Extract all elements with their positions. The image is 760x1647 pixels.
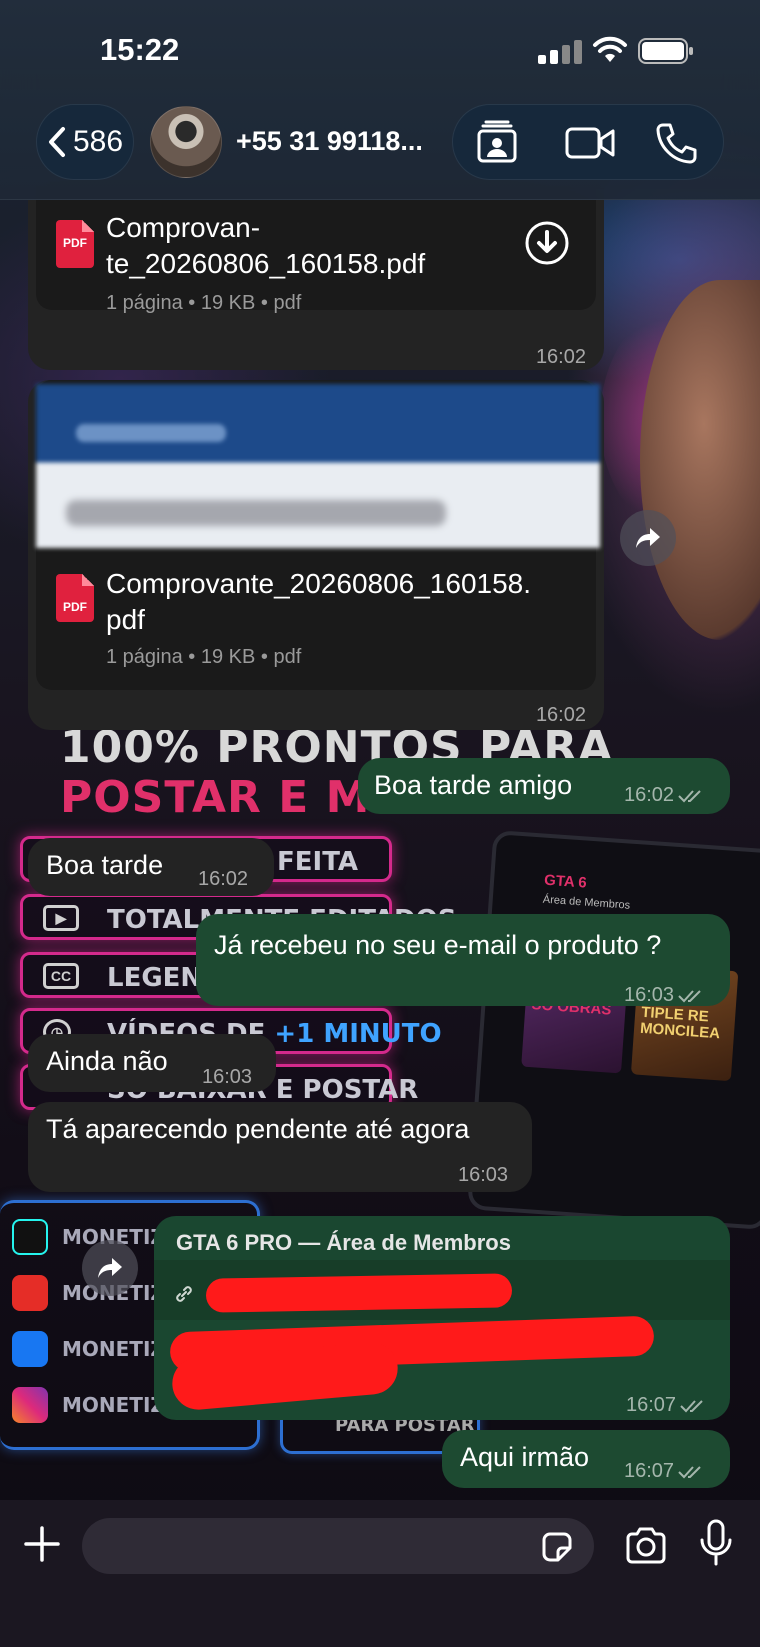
message-time: 16:02 <box>624 778 708 812</box>
incoming-message[interactable]: Ainda não 16:03 <box>28 1034 276 1092</box>
download-icon[interactable] <box>524 220 570 266</box>
redaction-mark <box>205 1273 513 1313</box>
forward-button[interactable] <box>82 1240 138 1296</box>
avatar[interactable] <box>150 106 222 178</box>
composer-bar <box>0 1500 760 1647</box>
message-time: 16:07 <box>624 1454 708 1488</box>
call-actions <box>452 104 724 180</box>
phone-icon[interactable] <box>653 119 701 167</box>
unread-count: 586 <box>72 125 124 158</box>
contact-name[interactable]: +55 31 99118... <box>236 126 423 157</box>
link-preview-title: GTA 6 PRO — Área de Membros <box>176 1230 511 1255</box>
message-text: Já recebeu no seu e-mail o produto ? <box>214 930 662 960</box>
double-check-icon <box>678 790 701 803</box>
facebook-icon <box>12 1331 48 1367</box>
status-time: 15:22 <box>100 32 180 67</box>
signal-icon <box>538 40 582 64</box>
battery-icon <box>638 38 693 64</box>
double-check-icon <box>680 1400 703 1413</box>
document-preview-image[interactable] <box>36 384 600 548</box>
document-meta: 1 página • 19 KB • pdf <box>106 646 302 668</box>
plus-icon[interactable] <box>22 1524 62 1564</box>
chat-header: 15:22 586 +55 31 99118... <box>0 0 760 200</box>
document-meta: 1 página • 19 KB • pdf <box>106 292 302 314</box>
chevron-left-icon <box>48 127 65 157</box>
pdf-icon: PDF <box>56 574 94 622</box>
forward-button[interactable] <box>620 510 676 566</box>
message-time: 16:07 <box>626 1388 710 1422</box>
message-time: 16:03 <box>624 978 708 1012</box>
link-icon <box>176 1286 192 1302</box>
instagram-icon <box>12 1387 48 1423</box>
document-card[interactable]: PDF Comprovan- te_20260806_160158.pdf 1 … <box>36 186 596 314</box>
message-time: 16:03 <box>202 1066 253 1088</box>
message-text: Aqui irmão <box>460 1442 590 1472</box>
document-name: Comprovante_20260806_160158. pdf <box>106 568 532 635</box>
video-icon[interactable] <box>563 119 617 167</box>
message-text: Ainda não <box>46 1046 168 1076</box>
message-input[interactable] <box>82 1518 594 1574</box>
message-text: Tá aparecendo pendente até agora <box>46 1114 470 1144</box>
message-text: Boa tarde amigo <box>374 770 573 800</box>
tiktok-icon <box>12 1219 48 1255</box>
outgoing-message[interactable]: Já recebeu no seu e-mail o produto ? 16:… <box>196 914 730 1006</box>
contact-card-icon[interactable] <box>473 119 521 167</box>
incoming-document-message[interactable]: PDF Comprovan- te_20260806_160158.pdf 1 … <box>28 180 604 370</box>
forward-icon <box>98 1258 122 1278</box>
incoming-message[interactable]: Boa tarde 16:02 <box>28 838 274 896</box>
wifi-icon <box>593 36 627 62</box>
incoming-message[interactable]: Tá aparecendo pendente até agora 16:03 <box>28 1102 532 1192</box>
wallpaper-headline-2: POSTAR E MO <box>60 772 409 823</box>
double-check-icon <box>678 1466 701 1479</box>
forward-icon <box>636 528 660 548</box>
status-bar: 15:22 <box>0 0 760 100</box>
outgoing-message[interactable]: Boa tarde amigo 16:02 <box>358 758 730 814</box>
message-time: 16:02 <box>198 868 249 890</box>
double-check-icon <box>678 990 701 1003</box>
pdf-icon: PDF <box>56 220 94 268</box>
message-text: Boa tarde <box>46 850 164 880</box>
message-time: 16:03 <box>458 1164 509 1186</box>
microphone-icon[interactable] <box>698 1518 734 1568</box>
youtube-icon <box>12 1275 48 1311</box>
message-time: 16:02 <box>535 704 586 726</box>
document-name: Comprovan- te_20260806_160158.pdf <box>106 212 426 279</box>
outgoing-message[interactable]: Aqui irmão 16:07 <box>442 1430 730 1488</box>
back-button[interactable]: 586 <box>36 104 134 180</box>
camera-icon[interactable] <box>624 1526 668 1566</box>
sticker-icon[interactable] <box>540 1530 574 1564</box>
message-time: 16:02 <box>535 346 586 368</box>
